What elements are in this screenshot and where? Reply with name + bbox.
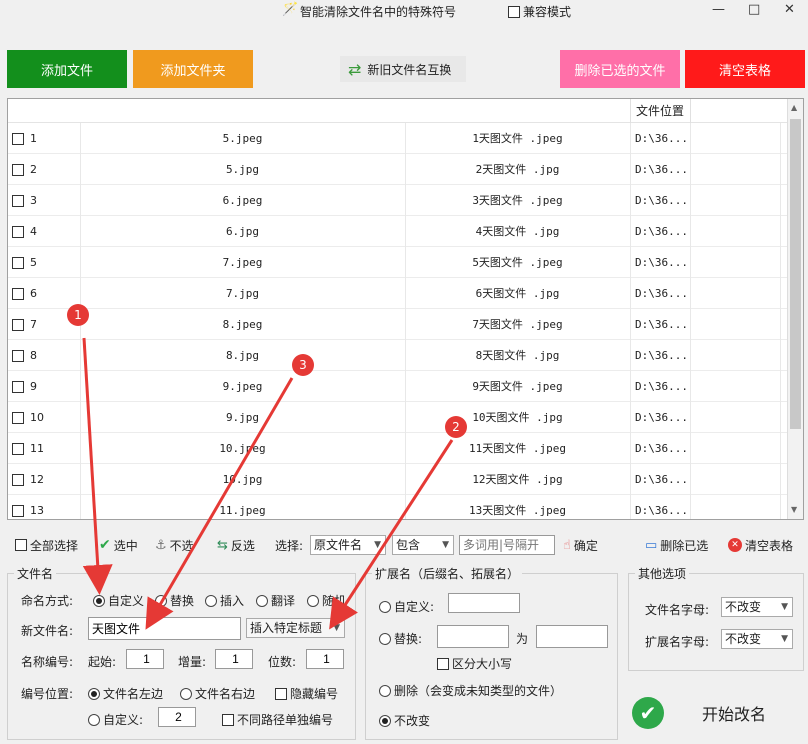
marker-3: 3 — [292, 354, 314, 376]
arrow-1 — [82, 337, 113, 595]
marker-2: 2 — [445, 416, 467, 438]
marker-1: 1 — [67, 304, 89, 326]
annotation-arrows — [82, 337, 454, 630]
arrow-3 — [145, 377, 294, 630]
arrow-2 — [329, 439, 454, 630]
